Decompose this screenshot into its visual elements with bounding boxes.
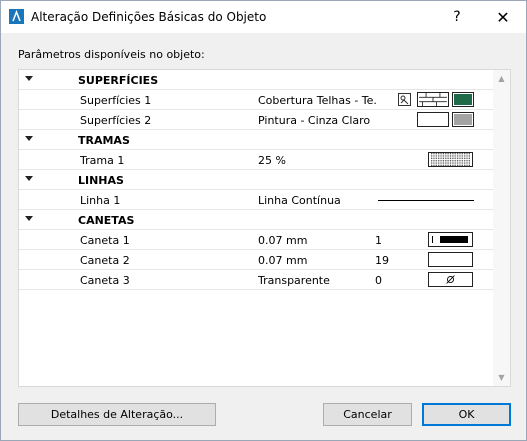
line-type-preview[interactable] [378,200,474,201]
item-name: Trama 1 [80,154,125,167]
list-item-linha-1[interactable]: Linha 1 Linha Contínua [19,190,494,210]
group-row-linhas[interactable]: LINHAS [19,170,494,190]
transparent-pen-icon[interactable] [428,272,473,287]
list-item-superficies-1[interactable]: Superfícies 1 Cobertura Telhas - Te... [19,90,494,110]
pen-1-swatch[interactable] [428,232,473,247]
dialog-window: Alteração Definições Básicas do Objeto ?… [0,0,527,441]
list-item-caneta-2[interactable]: Caneta 2 0.07 mm 19 [19,250,494,270]
item-value: Pintura - Cinza Claro [258,114,371,127]
cancel-button[interactable]: Cancelar [323,403,412,426]
item-value: Linha Contínua [258,194,341,207]
group-row-canetas[interactable]: CANETAS [19,210,494,230]
scroll-up-icon[interactable]: ▲ [493,70,510,87]
item-name: Caneta 2 [80,254,130,267]
item-value: Transparente [258,274,330,287]
surface-color-swatch[interactable] [452,112,474,127]
pen-color-fill [440,236,468,243]
item-value: Cobertura Telhas - Te... [258,94,378,107]
group-row-tramas[interactable]: TRAMAS [19,130,494,150]
pen-number: 19 [375,254,389,267]
hatch-pattern-swatch[interactable] [428,152,473,167]
empty-pattern-swatch[interactable] [417,112,449,127]
surface-color-swatch[interactable] [452,92,474,107]
item-name: Linha 1 [80,194,121,207]
group-title: LINHAS [78,174,124,187]
item-name: Caneta 3 [80,274,130,287]
ok-button[interactable]: OK [422,403,511,426]
item-value: 0.07 mm [258,254,308,267]
pen-number: 1 [375,234,382,247]
list-item-trama-1[interactable]: Trama 1 25 % [19,150,494,170]
collapse-arrow-icon[interactable] [25,176,33,181]
group-title: CANETAS [78,214,135,227]
group-row-superficies[interactable]: SUPERFÍCIES [19,70,494,90]
change-details-button[interactable]: Detalhes de Alteração... [18,403,216,426]
window-title: Alteração Definições Básicas do Objeto [31,10,267,24]
list-item-caneta-1[interactable]: Caneta 1 0.07 mm 1 [19,230,494,250]
collapse-arrow-icon[interactable] [25,216,33,221]
item-name: Caneta 1 [80,234,130,247]
pen-2-swatch[interactable] [428,252,473,267]
pen-number: 0 [375,274,382,287]
brick-pattern-swatch[interactable] [417,92,449,107]
group-title: SUPERFÍCIES [78,74,159,87]
vertical-scrollbar[interactable]: ▲ ▼ [493,70,510,386]
help-button[interactable]: ? [434,1,480,33]
close-button[interactable]: ✕ [480,1,526,33]
pen-weight-tick [432,236,433,243]
archicad-icon [9,9,24,24]
scroll-down-icon[interactable]: ▼ [493,369,510,386]
title-bar: Alteração Definições Básicas do Objeto ?… [1,1,526,33]
list-item-caneta-3[interactable]: Caneta 3 Transparente 0 [19,270,494,290]
item-name: Superfícies 2 [80,114,152,127]
collapse-arrow-icon[interactable] [25,136,33,141]
item-value: 25 % [258,154,286,167]
parameters-list[interactable]: SUPERFÍCIES Superfícies 1 Cobertura Telh… [18,69,511,387]
collapse-arrow-icon[interactable] [25,76,33,81]
surface-picker-icon[interactable] [398,93,411,106]
list-item-superficies-2[interactable]: Superfícies 2 Pintura - Cinza Claro [19,110,494,130]
params-label: Parâmetros disponíveis no objeto: [18,48,205,61]
item-value: 0.07 mm [258,234,308,247]
group-title: TRAMAS [78,134,130,147]
item-name: Superfícies 1 [80,94,152,107]
